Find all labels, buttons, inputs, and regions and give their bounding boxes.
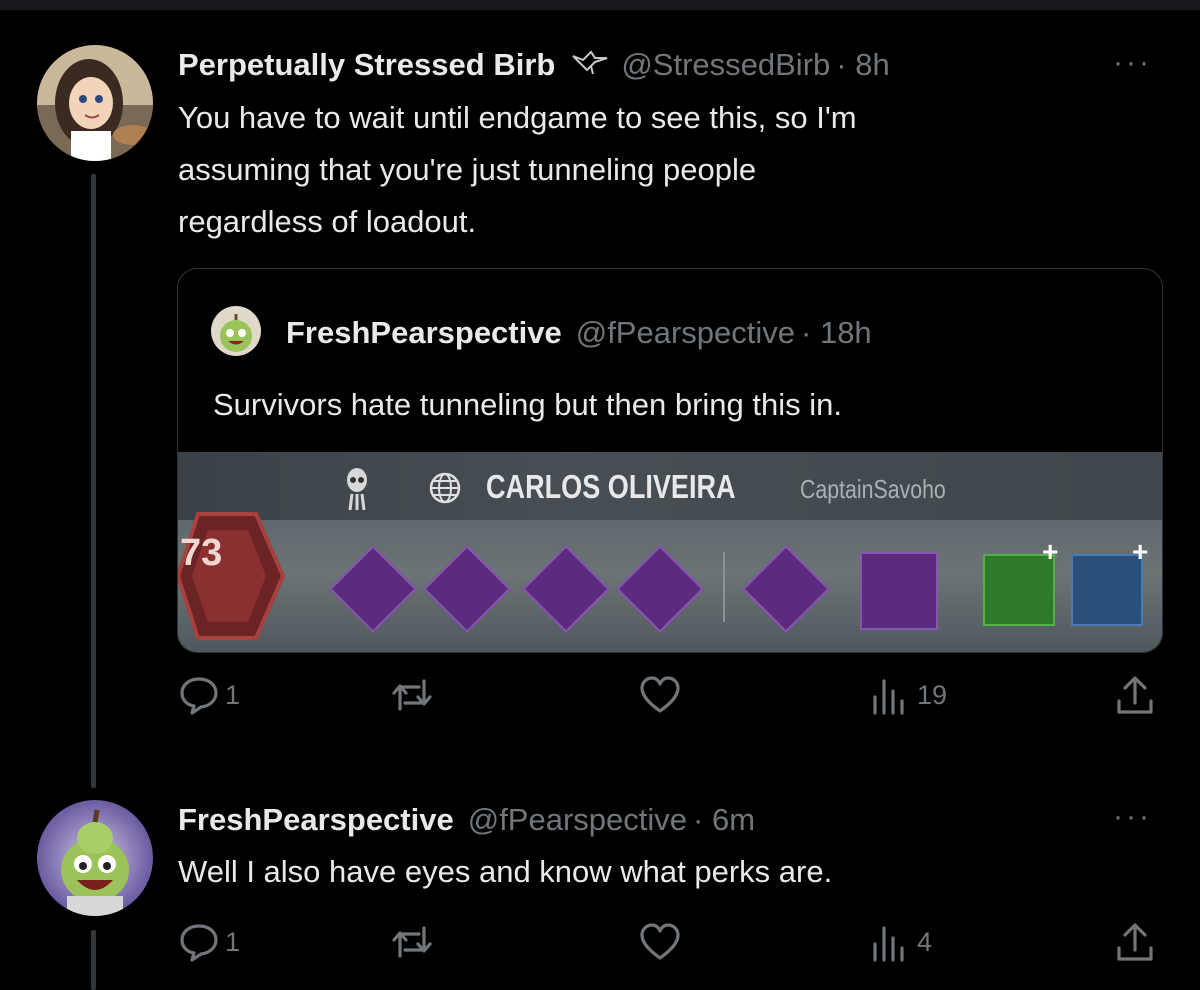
reply-icon xyxy=(177,920,221,964)
author-name[interactable]: Perpetually Stressed Birb xyxy=(178,47,555,83)
item-toolbox-icon[interactable] xyxy=(860,552,938,630)
tweet-text-line: regardless of loadout. xyxy=(178,204,477,239)
tweet-header: Perpetually Stressed Birb @StressedBirb … xyxy=(178,40,890,90)
thread-line-top xyxy=(91,174,96,788)
addon-plus-icon-1: + xyxy=(1042,536,1059,567)
views-icon xyxy=(867,673,911,717)
reply-button[interactable]: 1 xyxy=(177,673,240,717)
retweet-icon xyxy=(389,920,435,964)
tweet-text-line: You have to wait until endgame to see th… xyxy=(178,100,857,135)
globe-icon xyxy=(428,471,462,510)
offering-icon[interactable] xyxy=(742,545,830,633)
avatar-fresh-pearspective-small xyxy=(211,306,261,356)
game-screenshot[interactable]: CARLOS OLIVEIRA CaptainSavoho 73 + + xyxy=(178,452,1162,652)
tweet-actions: 1 19 xyxy=(177,673,1161,723)
quote-time[interactable]: · 18h xyxy=(801,315,872,351)
avatar-stressed-birb[interactable] xyxy=(37,45,153,161)
player-tag: CaptainSavoho xyxy=(800,474,946,504)
reply-reply-button[interactable]: 1 xyxy=(177,920,240,964)
heart-icon xyxy=(638,673,682,717)
reply-icon xyxy=(177,673,221,717)
retweet-icon xyxy=(389,673,435,717)
like-button[interactable] xyxy=(638,673,682,717)
perk-icon-4[interactable] xyxy=(616,545,704,633)
tweet-text-line: assuming that you're just tunneling peop… xyxy=(178,152,757,187)
share-button[interactable] xyxy=(1113,673,1157,717)
reply-actions: 1 4 xyxy=(177,920,1161,970)
skull-icon xyxy=(344,466,370,517)
reply-header: FreshPearspective @fPearspective · 6m xyxy=(178,796,755,844)
quote-author-handle[interactable]: @fPearspective xyxy=(576,315,795,351)
addon-plus-icon-2: + xyxy=(1132,536,1149,567)
share-icon xyxy=(1113,920,1157,964)
reply-views-count: 4 xyxy=(917,926,933,957)
bird-icon xyxy=(569,46,609,84)
perk-icon-2[interactable] xyxy=(423,545,511,633)
thread-line-bottom xyxy=(91,930,96,990)
reply-text: Well I also have eyes and know what perk… xyxy=(178,854,833,889)
player-name: CARLOS OLIVEIRA xyxy=(486,468,736,505)
quote-header: FreshPearspective @fPearspective · 18h xyxy=(286,309,872,357)
perk-divider xyxy=(723,552,725,622)
quoted-tweet[interactable]: FreshPearspective @fPearspective · 18h S… xyxy=(177,268,1163,653)
reply-more-options-icon[interactable]: ··· xyxy=(1113,802,1152,832)
reply-author-handle[interactable]: @fPearspective xyxy=(468,802,687,838)
tweet-time[interactable]: · 8h xyxy=(836,47,889,83)
retweet-button[interactable] xyxy=(389,673,435,717)
tweet-text: You have to wait until endgame to see th… xyxy=(178,92,1158,248)
heart-icon xyxy=(638,920,682,964)
perk-icon-1[interactable] xyxy=(329,545,417,633)
reply-reply-count: 1 xyxy=(225,926,241,957)
author-handle[interactable]: @StressedBirb xyxy=(621,47,830,83)
reply-views-button[interactable]: 4 xyxy=(867,920,932,964)
quote-author-name[interactable]: FreshPearspective xyxy=(286,315,562,351)
views-button[interactable]: 19 xyxy=(867,673,947,717)
reply-share-button[interactable] xyxy=(1113,920,1157,964)
more-options-icon[interactable]: ··· xyxy=(1113,48,1152,78)
reply-retweet-button[interactable] xyxy=(389,920,435,964)
reply-author-name[interactable]: FreshPearspective xyxy=(178,802,454,838)
reply-time[interactable]: · 6m xyxy=(693,802,755,838)
quote-text: Survivors hate tunneling but then bring … xyxy=(213,387,842,422)
level-number: 73 xyxy=(180,532,223,574)
views-icon xyxy=(867,920,911,964)
views-count: 19 xyxy=(917,679,948,710)
share-icon xyxy=(1113,673,1157,717)
top-divider xyxy=(0,0,1200,10)
perk-icon-3[interactable] xyxy=(522,545,610,633)
reply-count: 1 xyxy=(225,679,241,710)
reply-like-button[interactable] xyxy=(638,920,682,964)
level-badge xyxy=(178,506,288,651)
avatar-fresh-pearspective[interactable] xyxy=(37,800,153,916)
